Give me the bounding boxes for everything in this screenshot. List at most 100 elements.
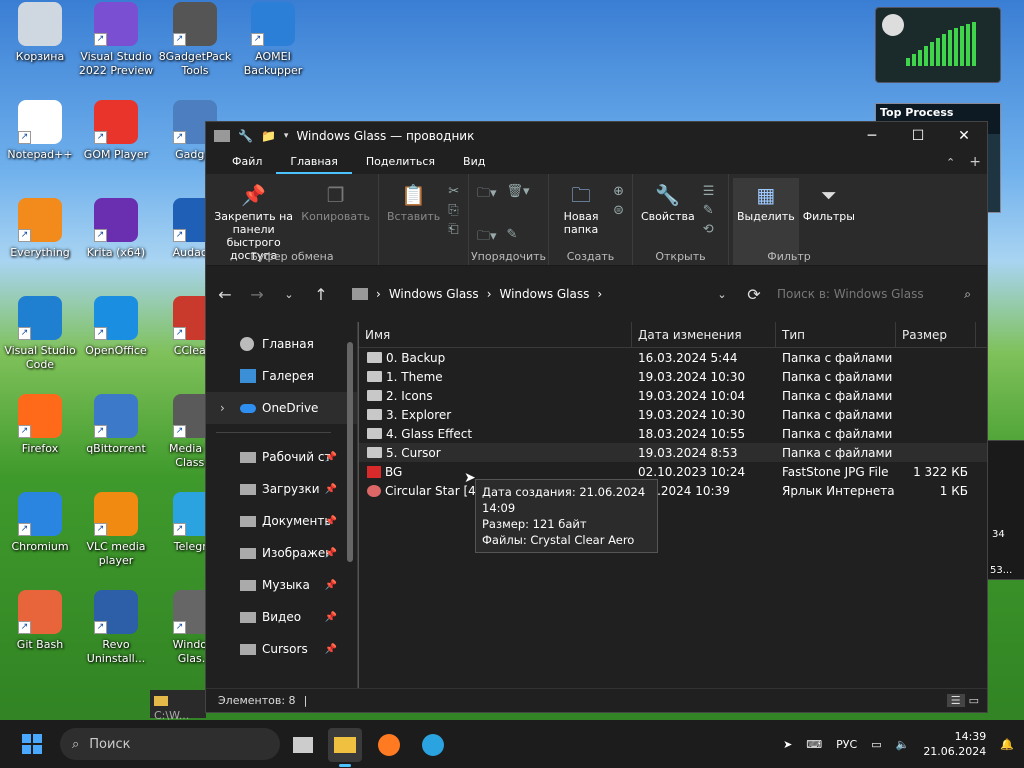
edit-icon[interactable]: ✎ — [703, 203, 715, 218]
pin-icon[interactable]: 📌 — [325, 452, 337, 463]
up-icon[interactable]: ↑ — [312, 285, 330, 304]
file-row[interactable]: 3. Explorer 19.03.2024 10:30 Папка с файла… — [359, 405, 987, 424]
nav-item-home[interactable]: Главная — [206, 328, 357, 360]
minimize-button[interactable]: ─ — [849, 122, 895, 150]
new-tab-icon[interactable]: + — [963, 154, 987, 170]
scrollbar[interactable] — [347, 342, 353, 562]
refresh-icon[interactable]: ⟳ — [745, 285, 763, 304]
collapse-ribbon-icon[interactable]: ⌃ — [938, 156, 963, 169]
file-row[interactable]: Circular Star [4K] ...3.2024 10:39 Ярлык И… — [359, 481, 987, 500]
nav-item-pinned[interactable]: Музыка 📌 — [206, 569, 357, 601]
nav-item-pinned[interactable]: Изображен...📌 — [206, 537, 357, 569]
desktop-icon[interactable]: ↗ qBittorrent — [76, 394, 156, 456]
pin-icon[interactable]: 📌 — [325, 516, 337, 527]
menu-home[interactable]: Главная — [276, 150, 352, 174]
desktop-icon[interactable]: ↗ Firefox — [0, 394, 80, 456]
keyboard-icon[interactable]: ⌨ — [806, 738, 822, 751]
desktop-icon[interactable]: ↗ Everything — [0, 198, 80, 260]
file-row[interactable]: 2. Icons 19.03.2024 10:04 Папка с файлами — [359, 386, 987, 405]
desktop-icon[interactable]: ↗ Krita (x64) — [76, 198, 156, 260]
firefox-icon[interactable] — [372, 728, 406, 762]
pin-icon[interactable]: 📌 — [325, 548, 337, 559]
move-to-icon[interactable]: 🗀▾ — [477, 184, 497, 217]
explorer-window[interactable]: 🔧 📁 ▾ Windows Glass — проводник ─ ☐ ✕ Фа… — [205, 121, 988, 713]
open-icon[interactable]: ☰ — [703, 184, 715, 199]
nav-item-pinned[interactable]: Рабочий ст...📌 — [206, 441, 357, 473]
clock[interactable]: 14:39 21.06.2024 — [923, 729, 986, 759]
breadcrumb[interactable]: › Windows Glass › Windows Glass › — [344, 278, 699, 310]
desktop-icon[interactable]: ↗ AOMEI Backupper — [233, 2, 313, 78]
taskbar-search[interactable]: ⌕ Поиск — [60, 728, 280, 760]
file-row[interactable]: 0. Backup 16.03.2024 5:44 Папка с файлами — [359, 348, 987, 367]
copy-path-icon[interactable]: ⎘ — [448, 203, 459, 218]
properties-icon[interactable]: 🔧 — [238, 129, 253, 143]
nav-item-gallery[interactable]: Галерея — [206, 360, 357, 392]
back-icon[interactable]: ← — [216, 285, 234, 304]
telegram-icon[interactable] — [416, 728, 450, 762]
pin-icon[interactable]: 📌 — [325, 612, 337, 623]
easy-access-icon[interactable]: ⊜ — [613, 203, 624, 218]
address-dropdown-icon[interactable]: ⌄ — [713, 288, 731, 301]
pin-icon[interactable]: 📌 — [325, 644, 337, 655]
chevron-down-icon[interactable]: ▾ — [284, 131, 289, 141]
details-view-icon[interactable]: ☰ — [946, 694, 965, 707]
desktop-icon[interactable]: ↗ Chromium — [0, 492, 80, 554]
maximize-button[interactable]: ☐ — [895, 122, 941, 150]
pin-icon[interactable]: 📌 — [325, 580, 337, 591]
nav-item-onedrive[interactable]: › OneDrive — [206, 392, 357, 424]
new-folder-icon[interactable]: 📁 — [261, 129, 276, 143]
desktop-icon[interactable]: ↗ Notepad++ — [0, 100, 80, 162]
telegram-tray-icon[interactable]: ➤ — [783, 738, 792, 751]
background-window[interactable]: C:\W... — [150, 690, 206, 722]
desktop-icon[interactable]: ↗ GOM Player — [76, 100, 156, 162]
menu-share[interactable]: Поделиться — [352, 150, 449, 174]
file-row[interactable]: 5. Cursor 19.03.2024 8:53 Папка с файлами — [359, 443, 987, 462]
file-explorer-icon[interactable] — [328, 728, 362, 762]
nav-item-pinned[interactable]: Документы 📌 — [206, 505, 357, 537]
desktop-icon[interactable]: Корзина — [0, 2, 80, 64]
history-icon[interactable]: ⟲ — [703, 222, 715, 237]
task-view-icon[interactable] — [286, 728, 320, 762]
desktop-icon[interactable]: ↗ Visual Studio Code — [0, 296, 80, 372]
nav-item-pinned[interactable]: Загрузки 📌 — [206, 473, 357, 505]
column-type[interactable]: Тип — [776, 322, 896, 347]
paste-shortcut-icon[interactable]: ⎗ — [448, 222, 459, 237]
tiles-view-icon[interactable]: ▭ — [969, 694, 979, 707]
column-name[interactable]: Имя — [359, 322, 632, 347]
menu-file[interactable]: Файл — [218, 150, 276, 174]
desktop-icon[interactable]: ↗ 8GadgetPack Tools — [155, 2, 235, 78]
network-icon[interactable]: ▭ — [871, 738, 881, 751]
title-bar[interactable]: 🔧 📁 ▾ Windows Glass — проводник ─ ☐ ✕ — [206, 122, 987, 150]
recent-icon[interactable]: ⌄ — [280, 288, 298, 301]
search-input[interactable]: Поиск в: Windows Glass — [777, 287, 924, 302]
file-row[interactable]: 1. Theme 19.03.2024 10:30 Папка с файлами — [359, 367, 987, 386]
file-row[interactable]: BG 02.10.2023 10:24 FastStone JPG File 1 32… — [359, 462, 987, 481]
desktop-icon[interactable]: ↗ VLC media player — [76, 492, 156, 568]
nav-item-pinned[interactable]: Cursors 📌 — [206, 633, 357, 665]
breadcrumb-item[interactable]: Windows Glass — [389, 287, 479, 301]
language-indicator[interactable]: РУС — [836, 738, 857, 751]
new-item-icon[interactable]: ⊕ — [613, 184, 624, 199]
nav-item-pinned[interactable]: Видео 📌 — [206, 601, 357, 633]
desktop-icon[interactable]: ↗ Revo Uninstall... — [76, 590, 156, 666]
desktop-icon[interactable]: ↗ OpenOffice — [76, 296, 156, 358]
cut-icon[interactable]: ✂ — [448, 184, 459, 199]
search-box[interactable]: Поиск в: Windows Glass ⌕ — [777, 287, 977, 302]
paste-button[interactable]: 📋 Вставить — [383, 178, 444, 265]
meter-gadget[interactable] — [875, 7, 1001, 83]
file-row[interactable]: 4. Glass Effect 18.03.2024 10:55 Папка с ф… — [359, 424, 987, 443]
close-button[interactable]: ✕ — [941, 122, 987, 150]
column-date[interactable]: Дата изменения — [632, 322, 776, 347]
delete-icon[interactable]: 🗑▾ — [507, 184, 530, 217]
start-icon[interactable] — [22, 734, 42, 754]
pin-icon[interactable]: 📌 — [325, 484, 337, 495]
desktop-icon[interactable]: ↗ Git Bash — [0, 590, 80, 652]
breadcrumb-item[interactable]: Windows Glass — [500, 287, 590, 301]
menu-view[interactable]: Вид — [449, 150, 499, 174]
expand-icon[interactable]: › — [220, 401, 225, 415]
volume-icon[interactable]: 🔈 — [896, 738, 910, 751]
forward-icon[interactable]: → — [248, 285, 266, 304]
desktop-icon[interactable]: ↗ Visual Studio 2022 Preview — [76, 2, 156, 78]
column-size[interactable]: Размер — [896, 322, 976, 347]
notification-icon[interactable]: 🔔 — [1000, 738, 1014, 751]
